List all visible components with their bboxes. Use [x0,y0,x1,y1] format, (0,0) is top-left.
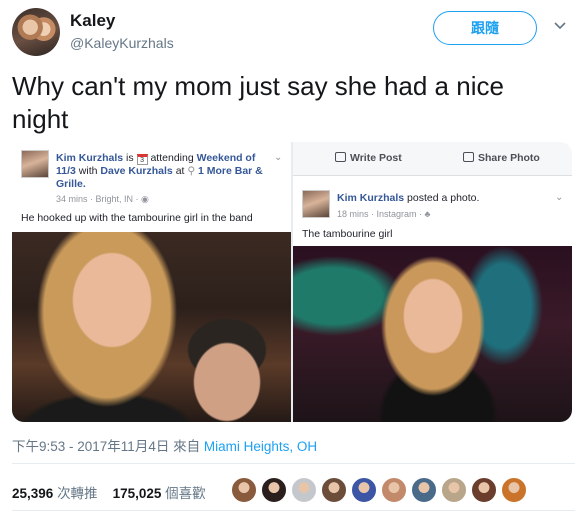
retweets-label[interactable]: 次轉推 [57,486,98,501]
tweet-stats: 25,396 次轉推 175,025 個喜歡 [12,482,206,502]
fb-event-text: Kim Kurzhals is 3 attending Weekend of 1… [56,152,274,191]
chevron-down-icon: ⌄ [274,152,283,163]
fb-post-meta: 34 mins · Bright, IN · ◉ [56,194,149,204]
fb-post-meta: 18 mins · Instagram · ♣ [337,209,431,219]
camera-icon [463,152,474,162]
facebook-photo-card: Write Post Share Photo Kim Kurzhals post… [293,142,572,422]
fb-post-message: The tambourine girl [302,228,393,240]
liker-avatar[interactable] [411,477,437,503]
liker-avatar[interactable] [471,477,497,503]
write-post-action: Write Post [335,152,402,164]
fb-action-bar: Write Post Share Photo [293,142,572,176]
liker-avatar[interactable] [291,477,317,503]
write-post-label: Write Post [350,152,402,164]
couple-photo [12,232,291,422]
likes-label[interactable]: 個喜歡 [165,486,206,501]
liker-avatar[interactable] [351,477,377,503]
fb-post-header: Kim Kurzhals posted a photo. [337,192,479,204]
tweet-text: Why can't my mom just say she had a nice… [12,71,504,134]
tweet-timestamp: 下午9:53 - 2017年11月4日 來自 Miami Heights, OH [12,435,317,455]
chevron-down-icon[interactable] [553,18,567,32]
fb-profile-avatar [21,150,49,178]
tweet-media[interactable]: Kim Kurzhals is 3 attending Weekend of 1… [12,142,572,422]
tweet-header: Kaley @KaleyKurzhals 跟隨 [12,8,575,58]
calendar-icon: 3 [136,154,148,165]
liker-avatar[interactable] [321,477,347,503]
share-photo-action: Share Photo [463,152,540,164]
fb-action-text: posted a photo. [407,192,480,204]
fb-is-text: is [126,152,134,164]
fb-author-name: Kim Kurzhals [337,192,405,204]
tambourine-photo [293,246,572,422]
liker-avatar[interactable] [381,477,407,503]
chevron-down-icon: ⌄ [555,192,564,203]
fb-with-text: with [78,165,98,177]
divider [12,510,575,511]
pencil-icon [335,152,346,162]
liker-avatar[interactable] [261,477,287,503]
timestamp-text[interactable]: 下午9:53 - 2017年11月4日 來自 [12,439,200,454]
fb-profile-avatar [302,190,330,218]
user-avatar[interactable] [12,8,60,56]
fb-attending-text: attending [150,152,194,164]
retweets-count[interactable]: 25,396 [12,486,53,501]
facebook-event-card: Kim Kurzhals is 3 attending Weekend of 1… [12,142,291,422]
display-name[interactable]: Kaley [70,11,115,31]
likes-count[interactable]: 175,025 [113,486,162,501]
liker-avatar[interactable] [441,477,467,503]
fb-companion-name: Dave Kurzhals [100,165,173,177]
location-link[interactable]: Miami Heights, OH [204,439,317,454]
liker-avatar[interactable] [501,477,527,503]
fb-post-message: He hooked up with the tambourine girl in… [21,212,253,224]
share-photo-label: Share Photo [478,152,540,164]
divider [12,463,575,464]
liker-avatars [231,477,531,503]
user-handle[interactable]: @KaleyKurzhals [70,35,174,51]
liker-avatar[interactable] [231,477,257,503]
follow-button[interactable]: 跟隨 [433,11,537,45]
map-pin-icon: ⚲ [187,165,196,177]
fb-at-text: at [175,165,185,177]
fb-author-name: Kim Kurzhals [56,152,124,164]
